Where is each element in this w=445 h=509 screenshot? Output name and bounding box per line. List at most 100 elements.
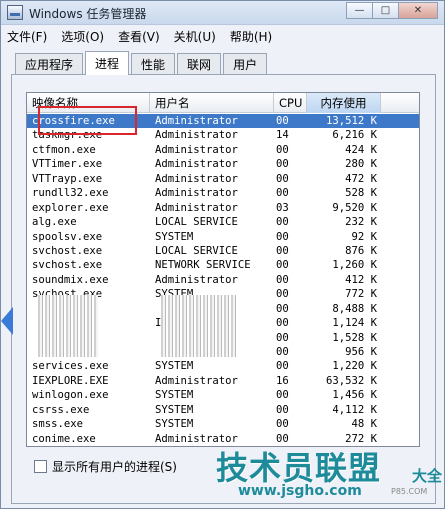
cell-user: LOCAL SERVICE (155, 216, 238, 229)
cell-name: services.exe (32, 360, 109, 373)
cell-user: Administrator (155, 115, 238, 127)
window-controls: — □ ✕ (346, 2, 438, 19)
cell-cpu: 00 (276, 115, 289, 127)
cell-cpu: 00 (276, 259, 289, 272)
cell-name: VTTimer.exe (32, 158, 103, 171)
table-row[interactable]: csrss.exe SYSTEM 00 4,112 K (27, 403, 419, 417)
cell-name: smss.exe (32, 418, 84, 431)
cell-mem: 13,512 K (325, 115, 377, 127)
table-row[interactable]: rundll32.exe Administrator 00 528 K (27, 186, 419, 200)
tab-users[interactable]: 用户 (223, 53, 268, 75)
table-row[interactable]: spoolsv.exe SYSTEM 00 92 K (27, 230, 419, 244)
cell-cpu: 00 (276, 389, 289, 402)
watermark-side: 大全 (411, 467, 442, 485)
table-row[interactable]: alg.exe LOCAL SERVICE 00 232 K (27, 215, 419, 229)
table-row[interactable]: soundmix.exe Administrator 00 412 K (27, 273, 419, 287)
cell-user: SYSTEM (155, 418, 194, 431)
menu-view[interactable]: 查看(V) (118, 28, 160, 45)
cell-mem: 1,528 K (332, 331, 377, 344)
table-row[interactable]: winlogon.exe SYSTEM 00 1,456 K (27, 388, 419, 402)
cell-name: soundmix.exe (32, 273, 109, 286)
cell-cpu: 00 (276, 288, 289, 301)
cell-cpu: 00 (276, 346, 289, 358)
cell-user: SYSTEM (155, 403, 194, 416)
close-button[interactable]: ✕ (398, 2, 438, 19)
tab-networking[interactable]: 联网 (177, 53, 222, 75)
cell-mem: 876 K (345, 244, 377, 257)
cell-cpu: 00 (276, 230, 289, 243)
cell-cpu: 00 (276, 172, 289, 185)
maximize-button[interactable]: □ (372, 2, 398, 19)
cell-cpu: 00 (276, 216, 289, 229)
cell-user: SYSTEM (155, 360, 194, 373)
cell-name: svchost.exe (32, 259, 103, 272)
cell-mem: 424 K (345, 143, 377, 156)
menu-file[interactable]: 文件(F) (7, 28, 47, 45)
cell-mem: 8,488 K (332, 302, 377, 315)
table-row[interactable]: smss.exe SYSTEM 00 48 K (27, 417, 419, 431)
cell-cpu: 16 (276, 374, 289, 387)
menu-help[interactable]: 帮助(H) (230, 28, 272, 45)
window-title: Windows 任务管理器 (29, 7, 147, 21)
cell-name: svchost.exe (32, 244, 103, 257)
menu-bar: 文件(F) 选项(O) 查看(V) 关机(U) 帮助(H) (1, 25, 444, 47)
menu-options[interactable]: 选项(O) (61, 28, 104, 45)
cell-cpu: 00 (276, 418, 289, 431)
cell-cpu: 03 (276, 201, 289, 214)
tab-performance[interactable]: 性能 (131, 53, 176, 75)
cell-user: Administrator (155, 129, 238, 142)
process-list[interactable]: 映像名称 用户名 CPU 内存使用 crossfire.exe Administr… (26, 92, 420, 447)
table-row[interactable]: IEXPLORE.EXE Administrator 16 63,532 K (27, 374, 419, 388)
cell-mem: 4,112 K (332, 403, 377, 416)
column-user-name[interactable]: 用户名 (150, 93, 274, 113)
cell-user: LOCAL SERVICE (155, 244, 238, 257)
cell-cpu: 00 (276, 317, 289, 330)
show-all-users-row[interactable]: 显示所有用户的进程(S) (34, 458, 177, 475)
show-all-users-checkbox[interactable] (34, 460, 47, 473)
menu-shutdown[interactable]: 关机(U) (174, 28, 216, 45)
cell-mem: 48 K (351, 418, 377, 431)
task-manager-window: Windows 任务管理器 — □ ✕ 文件(F) 选项(O) 查看(V) 关机… (0, 0, 445, 509)
table-row[interactable]: svchost.exe NETWORK SERVICE 00 1,260 K (27, 258, 419, 272)
cell-mem: 528 K (345, 187, 377, 200)
cell-name: winlogon.exe (32, 389, 109, 402)
table-row[interactable]: services.exe SYSTEM 00 1,220 K (27, 359, 419, 373)
cell-mem: 63,532 K (325, 374, 377, 387)
process-rows: crossfire.exe Administrator 00 13,512 Ktask… (27, 114, 419, 446)
cell-mem: 772 K (345, 288, 377, 301)
cell-mem: 6,216 K (332, 129, 377, 142)
table-row[interactable]: ctfmon.exe Administrator 00 424 K (27, 143, 419, 157)
cell-cpu: 00 (276, 302, 289, 315)
column-memory-usage[interactable]: 内存使用 (307, 93, 381, 113)
tab-processes[interactable]: 进程 (85, 51, 130, 75)
cell-user: SYSTEM (155, 230, 194, 243)
obscured-region (161, 295, 236, 357)
cell-user: Administrator (155, 374, 238, 387)
cell-cpu: 14 (276, 129, 289, 142)
cell-name: spoolsv.exe (32, 230, 103, 243)
cell-mem: 280 K (345, 158, 377, 171)
cell-cpu: 00 (276, 273, 289, 286)
tab-applications[interactable]: 应用程序 (15, 53, 84, 75)
table-row[interactable]: VTTimer.exe Administrator 00 280 K (27, 157, 419, 171)
cell-user: SYSTEM (155, 389, 194, 402)
table-row[interactable]: svchost.exe LOCAL SERVICE 00 876 K (27, 244, 419, 258)
cell-mem: 9,520 K (332, 201, 377, 214)
cell-name: explorer.exe (32, 201, 109, 214)
cell-mem: 412 K (345, 273, 377, 286)
column-cpu[interactable]: CPU (274, 93, 307, 113)
cell-mem: 1,456 K (332, 389, 377, 402)
cell-cpu: 00 (276, 331, 289, 344)
minimize-button[interactable]: — (346, 2, 372, 19)
cell-mem: 232 K (345, 216, 377, 229)
task-manager-icon (7, 5, 23, 20)
tab-strip: 应用程序 进程 性能 联网 用户 (15, 51, 269, 75)
table-row[interactable]: VTTrayp.exe Administrator 00 472 K (27, 172, 419, 186)
highlight-annotation (38, 106, 137, 135)
cell-mem: 956 K (345, 346, 377, 358)
table-row[interactable]: explorer.exe Administrator 03 9,520 K (27, 201, 419, 215)
cell-mem: 92 K (351, 230, 377, 243)
cell-user: NETWORK SERVICE (155, 259, 251, 272)
cell-name: IEXPLORE.EXE (32, 374, 109, 387)
title-bar[interactable]: Windows 任务管理器 — □ ✕ (1, 1, 444, 25)
